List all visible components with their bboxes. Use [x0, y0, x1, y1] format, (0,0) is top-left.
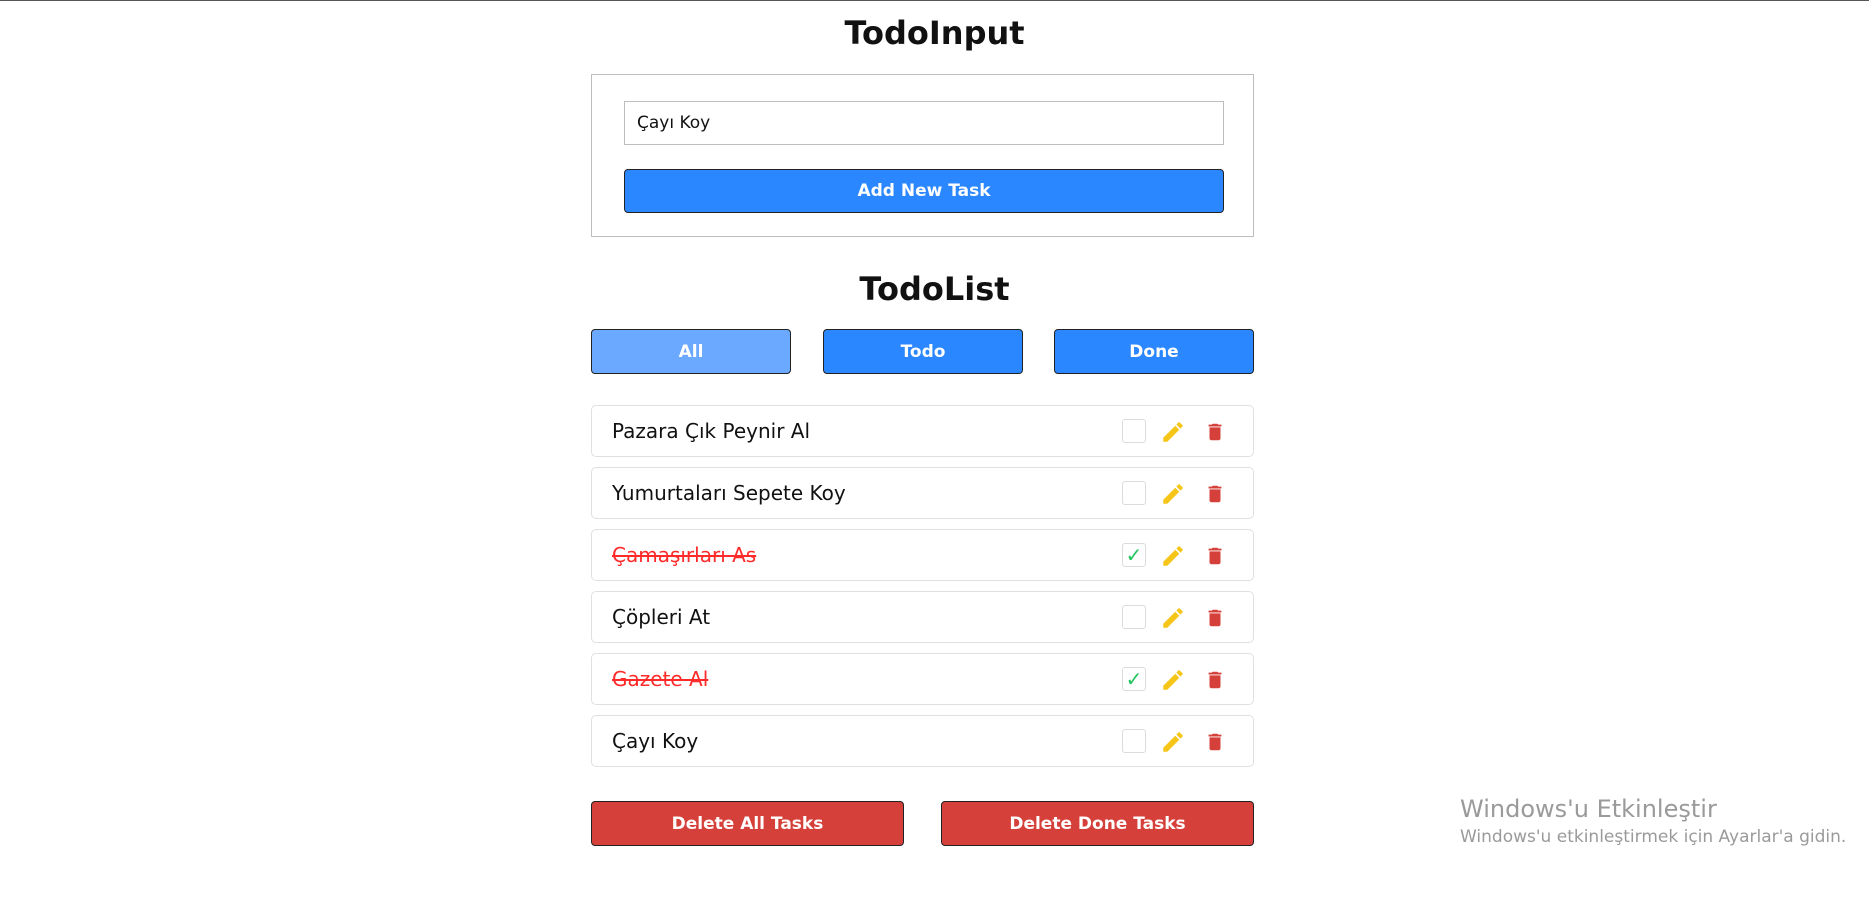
task-text: Pazara Çık Peynir Al [612, 419, 811, 443]
watermark-title: Windows'u Etkinleştir [1460, 795, 1717, 823]
checkmark-icon[interactable]: ✓ [1122, 667, 1146, 691]
filter-bar: All Todo Done [591, 329, 1254, 374]
trash-icon[interactable] [1204, 420, 1226, 444]
task-row: Çamaşırları As ✓ [591, 529, 1254, 581]
add-task-button[interactable]: Add New Task [624, 169, 1224, 213]
task-text: Gazete Al [612, 667, 709, 691]
task-checkbox[interactable] [1122, 419, 1146, 443]
task-checkbox[interactable] [1122, 605, 1146, 629]
window-top-border [0, 0, 1869, 1]
task-checkbox[interactable] [1122, 481, 1146, 505]
trash-icon[interactable] [1204, 606, 1226, 630]
pencil-icon[interactable] [1160, 667, 1186, 693]
filter-todo-button[interactable]: Todo [823, 329, 1023, 374]
task-row: Yumurtaları Sepete Koy [591, 467, 1254, 519]
pencil-icon[interactable] [1160, 419, 1186, 445]
trash-icon[interactable] [1204, 668, 1226, 692]
todo-input-title: TodoInput [844, 14, 1025, 52]
pencil-icon[interactable] [1160, 605, 1186, 631]
pencil-icon[interactable] [1160, 481, 1186, 507]
task-input[interactable] [624, 101, 1224, 145]
task-text: Yumurtaları Sepete Koy [612, 481, 846, 505]
trash-icon[interactable] [1204, 544, 1226, 568]
task-row: Çöpleri At [591, 591, 1254, 643]
task-text: Çöpleri At [612, 605, 711, 629]
task-text: Çamaşırları As [612, 543, 757, 567]
pencil-icon[interactable] [1160, 729, 1186, 755]
trash-icon[interactable] [1204, 730, 1226, 754]
delete-done-tasks-button[interactable]: Delete Done Tasks [941, 801, 1254, 846]
filter-all-button[interactable]: All [591, 329, 791, 374]
todo-list-title: TodoList [859, 270, 1010, 308]
delete-all-tasks-button[interactable]: Delete All Tasks [591, 801, 904, 846]
bulk-actions: Delete All Tasks Delete Done Tasks [591, 801, 1254, 846]
task-row: Pazara Çık Peynir Al [591, 405, 1254, 457]
checkmark-icon[interactable]: ✓ [1122, 543, 1146, 567]
task-checkbox[interactable] [1122, 729, 1146, 753]
watermark-subtitle: Windows'u etkinleştirmek için Ayarlar'a … [1460, 826, 1847, 847]
task-row: Gazete Al ✓ [591, 653, 1254, 705]
todo-input-panel: Add New Task [591, 74, 1254, 237]
pencil-icon[interactable] [1160, 543, 1186, 569]
task-row: Çayı Koy [591, 715, 1254, 767]
filter-done-button[interactable]: Done [1054, 329, 1254, 374]
windows-activation-watermark: Windows'u Etkinleştir Windows'u etkinleş… [1460, 795, 1846, 848]
task-text: Çayı Koy [612, 729, 699, 753]
trash-icon[interactable] [1204, 482, 1226, 506]
